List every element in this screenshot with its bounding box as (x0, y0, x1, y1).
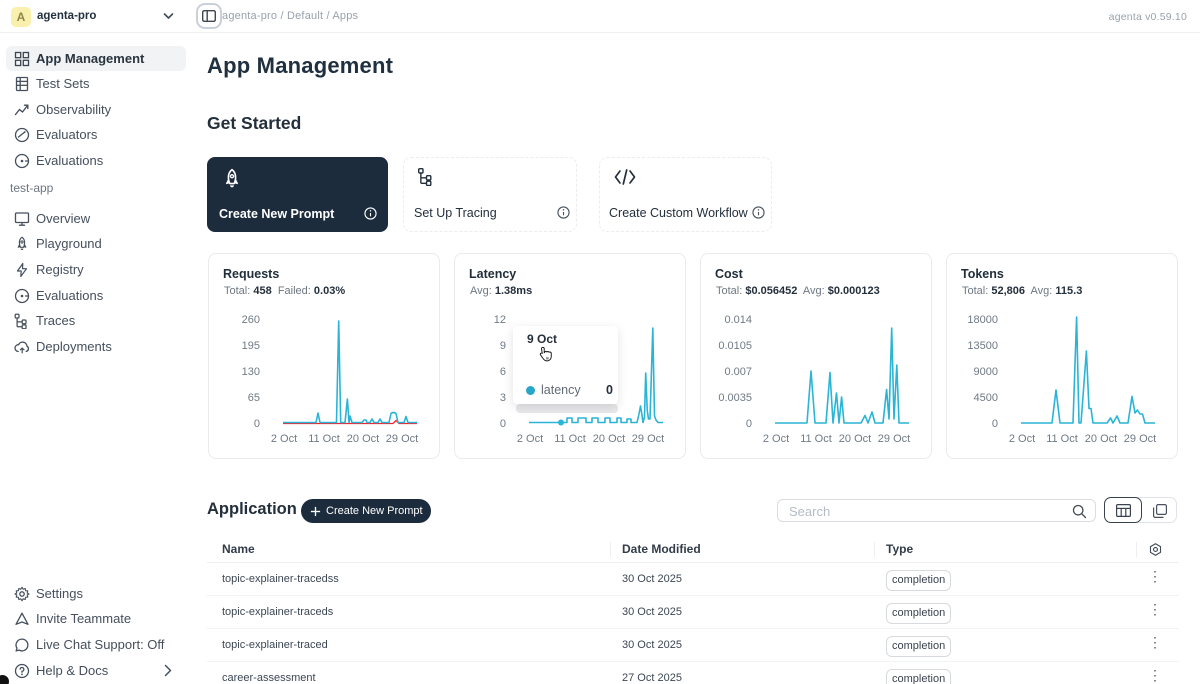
svg-text:0.014: 0.014 (724, 314, 752, 326)
svg-text:29 Oct: 29 Oct (386, 433, 418, 445)
svg-text:0: 0 (992, 418, 998, 430)
svg-text:11 Oct: 11 Oct (1046, 433, 1078, 445)
svg-text:29 Oct: 29 Oct (1124, 433, 1156, 445)
svg-text:18000: 18000 (967, 314, 998, 326)
svg-text:2 Oct: 2 Oct (1009, 433, 1035, 445)
svg-text:130: 130 (242, 366, 260, 378)
svg-text:195: 195 (242, 340, 260, 352)
svg-text:0.007: 0.007 (724, 366, 752, 378)
svg-text:4500: 4500 (974, 392, 998, 404)
svg-text:0: 0 (254, 418, 260, 430)
svg-text:11 Oct: 11 Oct (554, 433, 586, 445)
svg-text:20 Oct: 20 Oct (1085, 433, 1117, 445)
svg-text:20 Oct: 20 Oct (593, 433, 625, 445)
svg-text:9: 9 (500, 340, 506, 352)
svg-text:0.0105: 0.0105 (718, 340, 752, 352)
svg-text:0.0035: 0.0035 (718, 392, 752, 404)
svg-text:20 Oct: 20 Oct (347, 433, 379, 445)
svg-text:20 Oct: 20 Oct (839, 433, 871, 445)
svg-text:0: 0 (500, 418, 506, 430)
svg-text:29 Oct: 29 Oct (632, 433, 664, 445)
svg-text:12: 12 (494, 314, 506, 326)
svg-text:13500: 13500 (967, 340, 998, 352)
svg-text:65: 65 (248, 392, 260, 404)
svg-text:2 Oct: 2 Oct (517, 433, 543, 445)
svg-text:2 Oct: 2 Oct (763, 433, 789, 445)
svg-text:11 Oct: 11 Oct (308, 433, 340, 445)
svg-text:0: 0 (746, 418, 752, 430)
svg-text:9000: 9000 (974, 366, 998, 378)
svg-text:260: 260 (242, 314, 260, 326)
svg-text:29 Oct: 29 Oct (878, 433, 910, 445)
svg-text:6: 6 (500, 366, 506, 378)
svg-text:11 Oct: 11 Oct (800, 433, 832, 445)
svg-text:3: 3 (500, 392, 506, 404)
svg-text:2 Oct: 2 Oct (271, 433, 297, 445)
